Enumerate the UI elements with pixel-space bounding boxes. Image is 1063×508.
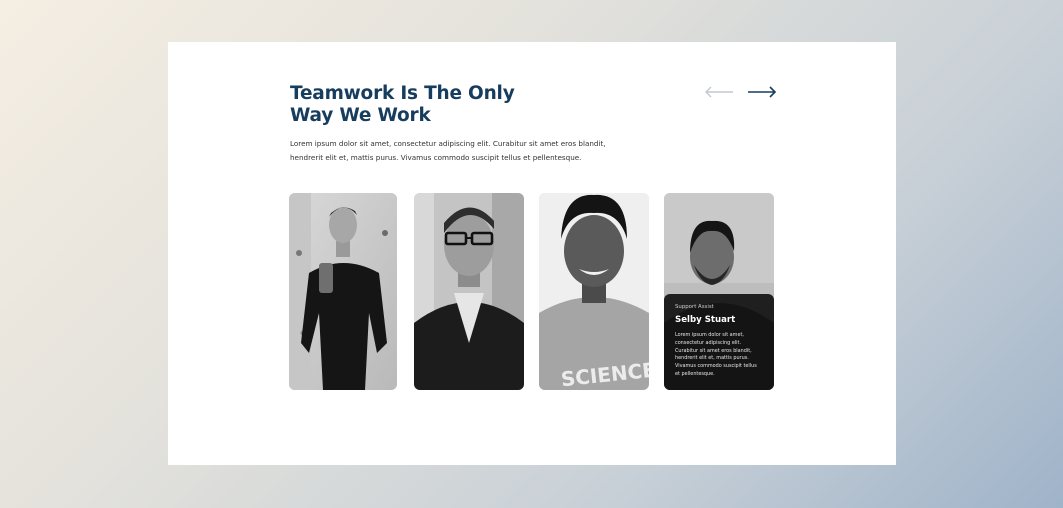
section-title-line1: Teamwork Is The Only [290,83,515,104]
next-button[interactable] [747,85,777,99]
section-title-line2: Way We Work [290,105,431,126]
team-member-card[interactable]: Support Assist Selby Stuart Lorem ipsum … [664,193,774,390]
team-section: Teamwork Is The Only Way We Work Lorem i… [168,42,896,465]
member-info-overlay: Support Assist Selby Stuart Lorem ipsum … [664,294,774,390]
member-bio: Lorem ipsum dolor sit amet, consectetur … [675,332,757,377]
member-name: Selby Stuart [675,315,736,325]
person-standing-photo [289,193,397,390]
section-title: Teamwork Is The Only Way We Work [290,83,515,127]
section-description: Lorem ipsum dolor sit amet, consectetur … [290,139,606,162]
arrow-right-icon [748,86,777,98]
team-member-card[interactable] [289,193,397,390]
member-role: Support Assist [675,304,714,310]
prev-button[interactable] [704,85,734,99]
person-smiling-photo: SCIENCE [539,193,649,390]
team-member-card[interactable] [414,193,524,390]
arrow-left-icon [705,86,733,98]
team-member-card[interactable]: SCIENCE [539,193,649,390]
person-glasses-photo [414,193,524,390]
